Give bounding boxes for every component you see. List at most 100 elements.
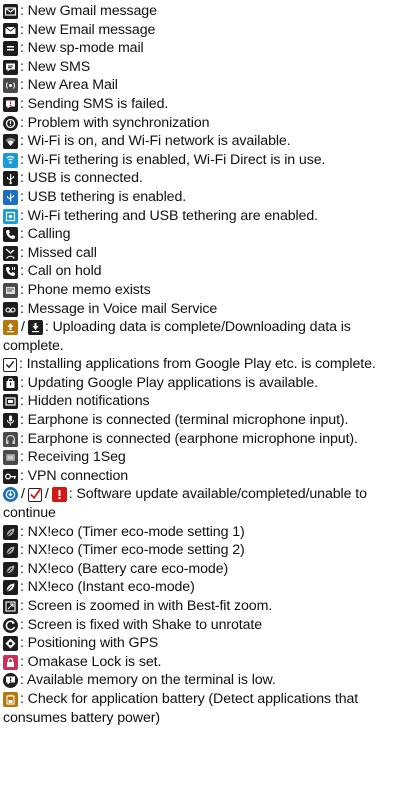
legend-row-phone-memo: : Phone memo exists	[3, 281, 397, 300]
legend-text: : New Gmail message	[20, 3, 157, 19]
legend-text: : Missed call	[20, 244, 97, 261]
legend-row-nxeco-battery-care: : NX!eco (Battery care eco-mode)	[3, 560, 397, 579]
legend-row-wifi-tethering: : Wi-Fi tethering is enabled, Wi-Fi Dire…	[3, 151, 397, 170]
legend-row-calling: : Calling	[3, 225, 397, 244]
usb-connected-icon	[3, 171, 18, 187]
legend-text: : New Area Mail	[20, 77, 118, 94]
legend-row-nxeco-instant: : NX!eco (Instant eco-mode)	[3, 578, 397, 597]
legend-row-sms: : New SMS	[3, 58, 397, 77]
legend-row-sync-problem: : Problem with synchronization	[3, 114, 397, 133]
legend-row-1seg: : Receiving 1Seg	[3, 448, 397, 467]
shake-to-unrotate-icon	[3, 617, 18, 633]
legend-row-usb-tethering: : USB tethering is enabled.	[3, 188, 397, 207]
legend-text: : Available memory on the terminal is lo…	[20, 672, 276, 689]
download-complete-icon	[27, 320, 43, 336]
software-update-available-icon	[3, 487, 18, 503]
sync-problem-icon	[3, 115, 18, 131]
legend-row-email: : New Email message	[3, 21, 397, 40]
legend-row-call-on-hold: : Call on hold	[3, 262, 397, 281]
sms-icon	[3, 59, 18, 75]
voice-mail-icon	[3, 301, 18, 317]
legend-text: : NX!eco (Battery care eco-mode)	[20, 560, 229, 577]
legend-text: : Positioning with GPS	[20, 635, 159, 652]
separator: /	[21, 486, 25, 503]
legend-text: : Earphone is connected (earphone microp…	[20, 430, 358, 447]
omakase-lock-icon	[3, 654, 18, 670]
low-memory-icon	[3, 673, 18, 689]
legend-text: : New sp-mode mail	[20, 40, 144, 57]
call-on-hold-icon	[3, 264, 18, 280]
receiving-1seg-icon	[3, 450, 18, 466]
sp-mode-mail-icon	[3, 41, 18, 57]
legend-text: : Wi-Fi tethering and USB tethering are …	[20, 207, 319, 224]
calling-icon	[3, 227, 18, 243]
legend-row-vpn: : VPN connection	[3, 467, 397, 486]
legend-row-nxeco-timer2: : NX!eco (Timer eco-mode setting 2)	[3, 541, 397, 560]
legend-text: : Updating Google Play applications is a…	[20, 374, 318, 391]
legend-row-gps: : Positioning with GPS	[3, 634, 397, 653]
best-fit-zoom-icon	[3, 599, 18, 614]
legend-text: : NX!eco (Timer eco-mode setting 2)	[20, 542, 245, 559]
legend-text: : Receiving 1Seg	[20, 449, 126, 466]
legend-text: : Hidden notifications	[20, 393, 150, 410]
legend-text: : Problem with synchronization	[20, 114, 210, 131]
legend-row-usb-connected: : USB is connected.	[3, 169, 397, 188]
legend-text: : Phone memo exists	[20, 281, 151, 298]
legend-row-software-update: / /: Software update available/completed/…	[3, 485, 397, 522]
legend-row-wifi-usb-tethering: : Wi-Fi tethering and USB tethering are …	[3, 207, 397, 226]
usb-tethering-icon	[3, 189, 18, 205]
software-update-completed-icon	[27, 487, 42, 502]
legend-text: : New Email message	[20, 21, 156, 38]
legend-text: : NX!eco (Instant eco-mode)	[20, 579, 195, 596]
legend-text: : Calling	[20, 226, 71, 243]
legend-row-hidden-notifications: : Hidden notifications	[3, 392, 397, 411]
gps-icon	[3, 636, 18, 652]
legend-row-shake-to-unrotate: : Screen is fixed with Shake to unrotate	[3, 616, 397, 635]
separator: /	[44, 486, 49, 503]
legend-text: : Earphone is connected (terminal microp…	[20, 412, 349, 429]
legend-row-sp-mode-mail: : New sp-mode mail	[3, 39, 397, 58]
legend-row-best-fit-zoom: : Screen is zoomed in with Best-fit zoom…	[3, 597, 397, 616]
legend-row-upload-download: /: Uploading data is complete/Downloadin…	[3, 318, 397, 355]
legend-text: : Installing applications from Google Pl…	[19, 356, 376, 373]
legend-row-low-memory: : Available memory on the terminal is lo…	[3, 671, 397, 690]
legend-text: : NX!eco (Timer eco-mode setting 1)	[20, 523, 245, 540]
legend-row-nxeco-timer1: : NX!eco (Timer eco-mode setting 1)	[3, 523, 397, 542]
legend-text: : Screen is fixed with Shake to unrotate	[20, 616, 263, 633]
google-play-update-icon	[3, 375, 18, 391]
status-icon-legend: : New Gmail message : New Email message …	[3, 2, 397, 727]
install-complete-icon	[3, 357, 17, 372]
gmail-icon	[3, 4, 18, 19]
separator: /	[21, 319, 25, 336]
upload-complete-icon	[3, 320, 18, 336]
legend-text: : USB is connected.	[20, 170, 143, 187]
legend-text: : Call on hold	[20, 263, 102, 280]
phone-memo-icon	[3, 282, 18, 298]
hidden-notifications-icon	[3, 394, 18, 410]
nxeco-battery-care-icon	[3, 561, 18, 577]
legend-row-sms-failed: : Sending SMS is failed.	[3, 95, 397, 114]
legend-text: : USB tethering is enabled.	[20, 188, 187, 205]
legend-row-wifi: : Wi-Fi is on, and Wi-Fi network is avai…	[3, 132, 397, 151]
legend-text: : VPN connection	[20, 467, 129, 484]
wifi-tethering-icon	[3, 152, 18, 168]
earphone-terminal-mic-icon	[3, 413, 18, 429]
legend-row-earphone-mic: : Earphone is connected (earphone microp…	[3, 430, 397, 449]
legend-text: : Wi-Fi tethering is enabled, Wi-Fi Dire…	[20, 151, 326, 168]
nxeco-timer1-icon	[3, 524, 18, 540]
wifi-usb-tethering-icon	[3, 208, 18, 224]
legend-row-earphone-terminal-mic: : Earphone is connected (terminal microp…	[3, 411, 397, 430]
legend-text: : Message in Voice mail Service	[20, 300, 218, 317]
legend-text: : New SMS	[20, 58, 91, 75]
legend-text: : Uploading data is complete/Downloading…	[3, 319, 351, 354]
legend-row-google-play-update: : Updating Google Play applications is a…	[3, 374, 397, 393]
legend-text: : Sending SMS is failed.	[20, 95, 169, 112]
legend-row-missed-call: : Missed call	[3, 244, 397, 263]
app-battery-icon	[3, 691, 18, 707]
legend-text: : Screen is zoomed in with Best-fit zoom…	[20, 598, 273, 614]
nxeco-instant-icon	[3, 580, 18, 596]
wifi-available-icon	[3, 134, 18, 150]
legend-row-install-complete: : Installing applications from Google Pl…	[3, 355, 397, 374]
missed-call-icon	[3, 245, 18, 261]
area-mail-icon	[3, 78, 18, 94]
